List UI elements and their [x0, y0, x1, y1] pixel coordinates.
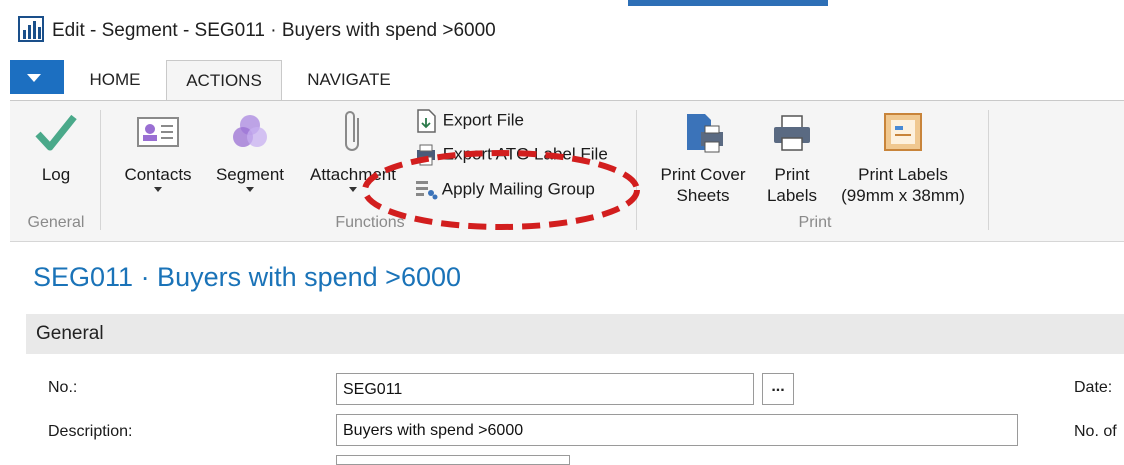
export-file-button[interactable]: Export File	[414, 108, 524, 134]
window-title: Edit - Segment - SEG011 · Buyers with sp…	[52, 20, 496, 41]
segment-button[interactable]: Segment	[208, 112, 292, 192]
no-field-label: No.:	[48, 379, 78, 396]
section-header-general[interactable]	[26, 314, 1124, 354]
print-labels-button[interactable]: Print Labels	[760, 110, 824, 206]
log-button[interactable]: Log	[26, 112, 86, 185]
app-icon	[18, 16, 44, 42]
chevron-down-icon	[154, 187, 162, 192]
checkmark-icon	[35, 114, 77, 151]
print-cover-sheets-label-line1: Print Cover	[660, 165, 746, 184]
chevron-down-icon	[349, 187, 357, 192]
group-label-general: General	[27, 214, 85, 231]
printer-icon	[774, 115, 810, 151]
label-icon	[884, 113, 922, 151]
export-file-icon	[417, 109, 436, 133]
section-label: General	[36, 323, 104, 344]
chevron-down-icon	[246, 187, 254, 192]
tab-home[interactable]: HOME	[78, 60, 152, 98]
print-labels-label-line1: Print	[774, 165, 810, 184]
print-labels-label-line2: Labels	[766, 186, 818, 205]
print-labels-99mm-label-line2: (99mm x 38mm)	[841, 186, 965, 205]
no-input[interactable]: SEG011	[336, 373, 754, 405]
tab-actions[interactable]: ACTIONS	[166, 60, 282, 101]
segment-circles-icon	[233, 115, 267, 147]
print-cover-sheets-button[interactable]: Print Cover Sheets	[648, 110, 758, 206]
chevron-down-icon	[27, 74, 41, 82]
log-label: Log	[41, 165, 71, 184]
tab-navigate[interactable]: NAVIGATE	[290, 60, 408, 98]
window: Edit - Segment - SEG011 · Buyers with sp…	[0, 0, 1124, 465]
contact-card-icon	[137, 117, 179, 147]
contacts-label: Contacts	[124, 165, 192, 184]
no-lookup-button[interactable]: ...	[762, 373, 794, 405]
segment-label: Segment	[215, 165, 285, 184]
contacts-button[interactable]: Contacts	[116, 112, 200, 192]
page-title: SEG011 · Buyers with spend >6000	[33, 262, 462, 292]
print-labels-99mm-button[interactable]: Print Labels (99mm x 38mm)	[830, 110, 976, 206]
no-of-field-label: No. of	[1074, 423, 1117, 440]
print-labels-99mm-label-line1: Print Labels	[858, 165, 948, 184]
print-cover-icon	[687, 114, 723, 153]
next-field-input[interactable]	[336, 455, 570, 465]
group-label-print: Print	[798, 214, 832, 231]
export-file-label: Export File	[442, 110, 524, 130]
background-window-strip	[628, 0, 828, 6]
annotation-ellipse	[362, 150, 640, 230]
ribbon-separator	[988, 110, 989, 230]
description-input[interactable]: Buyers with spend >6000	[336, 414, 1018, 446]
date-field-label: Date:	[1074, 379, 1113, 396]
print-cover-sheets-label-line2: Sheets	[676, 186, 730, 205]
description-field-label: Description:	[48, 423, 133, 440]
ribbon-separator	[100, 110, 101, 230]
